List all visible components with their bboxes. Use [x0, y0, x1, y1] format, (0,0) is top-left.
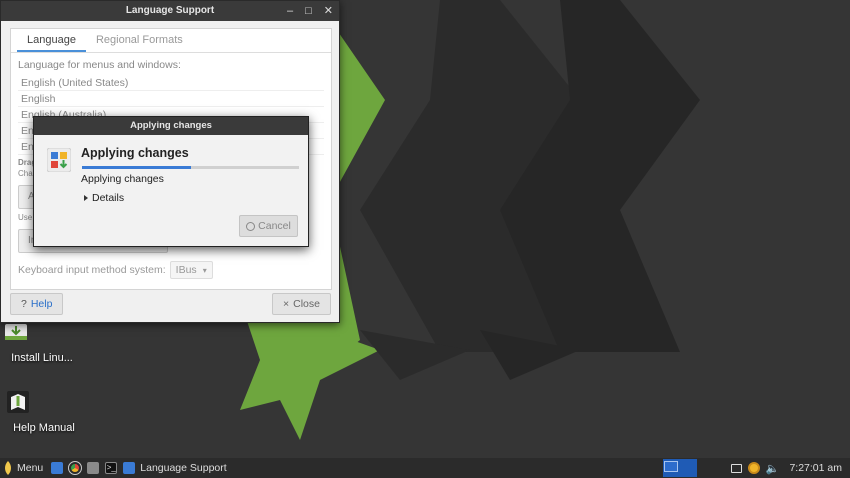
expander-arrow-icon [84, 195, 88, 201]
applying-changes-dialog: Applying changes Applying changes Applyi… [33, 116, 309, 247]
taskbar-right: 🔈 7:27:01 am [662, 458, 850, 478]
workspace-thumbnail [663, 461, 678, 472]
tab-bar: Language Regional Formats [11, 29, 331, 53]
progress-bar [82, 166, 299, 169]
menu-label: Menu [17, 462, 44, 474]
cancel-button-label: Cancel [258, 220, 291, 232]
help-button[interactable]: ? Help [10, 293, 64, 315]
dialog-title: Applying changes [130, 120, 212, 131]
details-expander[interactable]: Details [84, 192, 124, 204]
window-titlebar[interactable]: Language Support – □ ✕ [1, 1, 339, 21]
maximize-icon[interactable]: □ [305, 1, 312, 21]
chevron-down-icon: ▾ [202, 265, 207, 275]
input-method-select[interactable]: IBus ▾ [169, 261, 213, 279]
workspace-switcher[interactable] [662, 459, 697, 477]
chrome-icon[interactable] [68, 461, 83, 475]
show-desktop-icon[interactable] [51, 462, 64, 474]
close-button[interactable]: × Close [272, 293, 331, 315]
clock[interactable]: 7:27:01 am [789, 462, 842, 474]
desktop-icon-label: Help Manual [13, 422, 75, 434]
book-icon [7, 388, 58, 416]
quick-launch: >_ [51, 461, 118, 475]
use-hint: Use [18, 213, 33, 222]
tab-regional-formats[interactable]: Regional Formats [86, 29, 193, 52]
volume-icon[interactable]: 🔈 [766, 462, 780, 475]
help-button-label: Help [30, 298, 53, 310]
minimize-icon[interactable]: – [287, 1, 293, 21]
software-install-icon [46, 147, 72, 173]
progress-fill [82, 166, 191, 169]
menu-leaf-icon [5, 461, 11, 475]
start-menu-button[interactable]: Menu [0, 461, 43, 475]
keyboard-input-label: Keyboard input method system: [18, 264, 166, 276]
desktop-icon-label: Install Linu... [11, 352, 73, 364]
status-text: Applying changes [81, 173, 164, 185]
taskbar: Menu >_ Language Support 🔈 7:27:01 am [0, 458, 850, 478]
tab-language[interactable]: Language [17, 29, 86, 52]
dialog-titlebar[interactable]: Applying changes [34, 117, 308, 135]
close-icon: × [283, 298, 290, 310]
help-icon: ? [21, 298, 27, 310]
system-tray: 🔈 7:27:01 am [730, 462, 850, 475]
close-button-label: Close [293, 298, 320, 310]
keyboard-input-row: Keyboard input method system: IBus ▾ [18, 261, 213, 279]
section-label: Language for menus and windows: [18, 59, 181, 71]
list-item[interactable]: English [18, 91, 324, 107]
notifications-icon[interactable] [730, 463, 742, 473]
files-icon[interactable] [87, 462, 100, 474]
dialog-heading: Applying changes [81, 146, 189, 160]
input-method-value: IBus [175, 264, 197, 276]
language-support-icon [123, 462, 136, 474]
cancel-icon [246, 221, 256, 231]
details-label: Details [92, 192, 125, 204]
desktop-icon-help[interactable]: Help Manual [4, 388, 84, 434]
taskbar-item-language-support[interactable]: Language Support [123, 462, 227, 474]
desktop-icon-install[interactable]: Install Linu... [2, 318, 82, 364]
terminal-icon[interactable]: >_ [105, 462, 118, 474]
taskbar-task-label: Language Support [140, 462, 227, 474]
update-manager-icon[interactable] [747, 462, 760, 474]
cancel-button[interactable]: Cancel [239, 215, 298, 237]
window-title: Language Support [125, 5, 215, 16]
list-item[interactable]: English (United States) [18, 75, 324, 91]
close-icon[interactable]: ✕ [324, 1, 333, 21]
